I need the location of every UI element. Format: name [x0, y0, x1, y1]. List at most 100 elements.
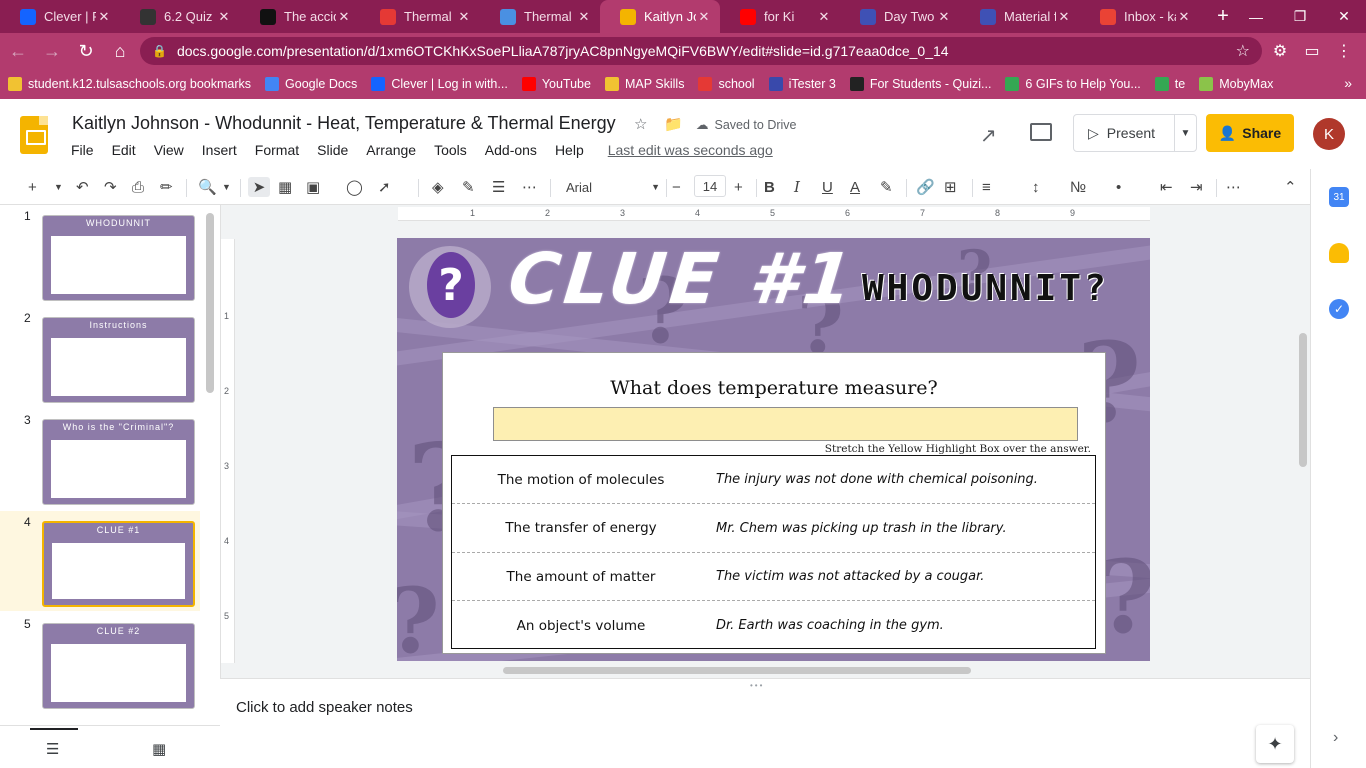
menu-edit[interactable]: Edit: [103, 142, 145, 158]
close-tab-icon[interactable]: ✕: [336, 9, 352, 25]
answer-option[interactable]: The amount of matter: [452, 569, 710, 585]
calendar-icon[interactable]: 31: [1329, 187, 1349, 207]
decrease-indent-icon[interactable]: ⇤: [1160, 177, 1173, 197]
comments-icon[interactable]: [1030, 123, 1052, 141]
vertical-scrollbar[interactable]: [1299, 333, 1307, 467]
horizontal-scrollbar[interactable]: [503, 667, 971, 674]
font-size-input[interactable]: 14: [694, 175, 726, 197]
shape-icon[interactable]: ◯: [346, 177, 363, 197]
forward-icon[interactable]: →: [36, 35, 68, 67]
clue-text[interactable]: Dr. Earth was coaching in the gym.: [710, 618, 944, 633]
speaker-notes-placeholder[interactable]: Click to add speaker notes: [236, 699, 413, 716]
close-tab-icon[interactable]: ✕: [696, 9, 712, 25]
slide-thumbnail[interactable]: CLUE #1: [42, 521, 195, 607]
slide-thumbnail-row[interactable]: 1 WHODUNNIT: [0, 205, 200, 305]
slide-thumbnail[interactable]: WHODUNNIT: [42, 215, 195, 301]
zoom-icon[interactable]: 🔍: [198, 177, 217, 197]
tasks-icon[interactable]: ✓: [1329, 299, 1349, 319]
bookmark-item[interactable]: te: [1154, 77, 1185, 91]
menu-format[interactable]: Format: [246, 142, 308, 158]
bookmark-star-icon[interactable]: ☆: [1236, 41, 1250, 61]
paint-format-icon[interactable]: ✏: [160, 177, 173, 197]
present-button[interactable]: ▷ Present ▼: [1073, 114, 1197, 152]
menu-help[interactable]: Help: [546, 142, 593, 158]
line-icon[interactable]: ➚: [378, 177, 391, 197]
save-status[interactable]: ☁ Saved to Drive: [696, 117, 796, 133]
browser-tab[interactable]: 6.2 Quiz ✕: [120, 0, 240, 33]
underline-icon[interactable]: U: [822, 177, 833, 197]
table-row[interactable]: The motion of molecules The injury was no…: [452, 456, 1095, 504]
bookmark-item[interactable]: 6 GIFs to Help You...: [1005, 77, 1141, 91]
grid-view-icon[interactable]: ▦: [152, 740, 166, 758]
menu-add-ons[interactable]: Add-ons: [476, 142, 546, 158]
menu-tools[interactable]: Tools: [425, 142, 476, 158]
url-bar[interactable]: 🔒 docs.google.com/presentation/d/1xm6OTC…: [140, 37, 1262, 65]
select-tool-icon[interactable]: ➤: [248, 177, 270, 197]
increase-font-size-icon[interactable]: +: [734, 177, 743, 197]
bookmark-item[interactable]: Clever | Log in with...: [371, 77, 508, 91]
close-tab-icon[interactable]: ✕: [1176, 9, 1192, 25]
bookmark-item[interactable]: For Students - Quizi...: [849, 77, 991, 91]
keep-icon[interactable]: [1329, 243, 1349, 263]
slide-canvas[interactable]: ? ? ? ? ? ? ? ? CLUE #1 WHODUNNIT? What …: [397, 238, 1150, 661]
bookmark-item[interactable]: MAP Skills: [604, 77, 684, 91]
new-slide-dropdown-icon[interactable]: ▼: [54, 177, 63, 197]
browser-tab[interactable]: for Ki ✕: [720, 0, 840, 33]
browser-tab[interactable]: The accid ✕: [240, 0, 360, 33]
close-tab-icon[interactable]: ✕: [576, 9, 592, 25]
slide-thumbnail[interactable]: Instructions: [42, 317, 195, 403]
border-color-icon[interactable]: ✎: [462, 177, 475, 197]
minimize-icon[interactable]: —: [1234, 0, 1278, 33]
close-tab-icon[interactable]: ✕: [456, 9, 472, 25]
browser-menu-icon[interactable]: ⋮: [1330, 37, 1358, 65]
close-window-icon[interactable]: ✕: [1322, 0, 1366, 33]
question-card[interactable]: What does temperature measure? Stretch t…: [442, 352, 1106, 654]
browser-tab[interactable]: Day Two ✕: [840, 0, 960, 33]
home-icon[interactable]: ⌂: [104, 35, 136, 67]
border-dash-icon[interactable]: ⋯: [522, 177, 537, 197]
last-edit-link[interactable]: Last edit was seconds ago: [599, 142, 782, 158]
highlight-color-icon[interactable]: ✎: [880, 177, 893, 197]
decrease-font-size-icon[interactable]: −: [672, 177, 681, 197]
filmstrip-scrollbar[interactable]: [206, 213, 214, 393]
close-tab-icon[interactable]: ✕: [936, 9, 952, 25]
print-icon[interactable]: ⎙: [132, 177, 144, 197]
bold-icon[interactable]: B: [764, 177, 775, 197]
activity-trend-icon[interactable]: ↗: [980, 123, 997, 148]
text-box-icon[interactable]: ▦: [278, 177, 292, 197]
stretch-instruction[interactable]: Stretch the Yellow Highlight Box over th…: [825, 443, 1091, 455]
slide-thumbnail[interactable]: CLUE #2: [42, 623, 195, 709]
menu-slide[interactable]: Slide: [308, 142, 357, 158]
font-family-select[interactable]: Arial ▼: [560, 176, 660, 198]
undo-icon[interactable]: ↶: [76, 177, 89, 197]
yellow-highlight-box[interactable]: [493, 407, 1078, 441]
share-button[interactable]: 👤 Share: [1206, 114, 1294, 152]
notes-resize-handle[interactable]: •••: [750, 681, 764, 690]
zoom-dropdown-icon[interactable]: ▼: [222, 177, 231, 197]
clue-title[interactable]: CLUE #1: [505, 238, 860, 320]
browser-tab[interactable]: Clever | Po✕: [0, 0, 120, 33]
maximize-icon[interactable]: ❐: [1278, 0, 1322, 33]
document-title[interactable]: Kaitlyn Johnson - Whodunnit - Heat, Temp…: [72, 113, 616, 134]
menu-arrange[interactable]: Arrange: [357, 142, 425, 158]
list-view-icon[interactable]: ☰: [46, 740, 59, 758]
present-dropdown-icon[interactable]: ▼: [1174, 115, 1196, 151]
menu-insert[interactable]: Insert: [193, 142, 246, 158]
insert-link-icon[interactable]: 🔗: [916, 177, 935, 197]
question-text[interactable]: What does temperature measure?: [443, 377, 1105, 399]
insert-image-icon[interactable]: ▣: [306, 177, 320, 197]
account-avatar[interactable]: K: [1313, 118, 1345, 150]
bulleted-list-icon[interactable]: •: [1116, 177, 1121, 197]
bookmark-item[interactable]: MobyMax: [1199, 77, 1273, 91]
table-row[interactable]: An object's volume Dr. Earth was coaching…: [452, 602, 1095, 650]
slide-thumbnail[interactable]: Who is the "Criminal"?: [42, 419, 195, 505]
numbered-list-icon[interactable]: №: [1070, 177, 1086, 197]
back-icon[interactable]: ←: [2, 35, 34, 67]
slide-thumbnail-row[interactable]: 2 Instructions: [0, 307, 200, 407]
collapse-toolbar-icon[interactable]: ⌃: [1284, 177, 1297, 197]
browser-tab[interactable]: Inbox - ka ✕: [1080, 0, 1200, 33]
close-tab-icon[interactable]: ✕: [96, 9, 112, 25]
slide-thumbnail-row[interactable]: 3 Who is the "Criminal"?: [0, 409, 200, 509]
bookmark-item[interactable]: student.k12.tulsaschools.org bookmarks: [8, 77, 251, 91]
text-color-icon[interactable]: A: [850, 177, 860, 197]
